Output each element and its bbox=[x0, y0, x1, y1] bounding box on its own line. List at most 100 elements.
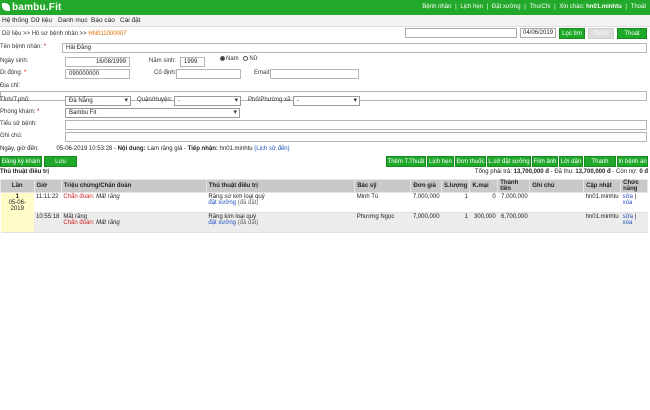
email-label: Email: bbox=[254, 70, 271, 76]
payment-button[interactable]: Thanh toán bbox=[584, 156, 616, 176]
lab-order-history-button[interactable]: L.sử đặt xưởng bbox=[487, 156, 531, 167]
toplink-lab-orders[interactable]: Đặt xưởng bbox=[492, 4, 521, 10]
note-field[interactable] bbox=[65, 132, 647, 142]
owed-amount: 0 đ bbox=[639, 169, 648, 175]
save-button[interactable]: Lưu bbox=[44, 156, 77, 167]
row-time: 11:11:22 bbox=[34, 192, 62, 213]
row-functions: sửa | xóa bbox=[620, 212, 648, 233]
patient-name-field[interactable]: Hải Đăng bbox=[62, 43, 647, 53]
delete-link[interactable]: xóa bbox=[623, 220, 633, 226]
district-label: Quận/Huyện: bbox=[137, 97, 173, 103]
mobile-field[interactable]: 090000000 bbox=[65, 69, 130, 79]
crumb-sep: >> bbox=[78, 31, 89, 37]
payment-summary: Tổng phải trả: 13,700,000 đ - Đã thu: 13… bbox=[475, 169, 648, 175]
print-record-button[interactable]: In bệnh án bbox=[617, 156, 648, 167]
lab-order-link[interactable]: đặt xưởng bbox=[208, 220, 236, 226]
row-procedure: Răng sứ kim loại quý đặt xưởng (đã đặt) bbox=[206, 192, 355, 213]
logout-link[interactable]: Thoát bbox=[631, 4, 646, 10]
app-logo[interactable]: bambu.Fit bbox=[2, 2, 62, 13]
history-field[interactable] bbox=[65, 120, 647, 130]
col-price: Đơn giá bbox=[410, 179, 443, 193]
diagnosis-value: Mất răng bbox=[96, 194, 120, 200]
ward-select[interactable]: - bbox=[293, 96, 360, 106]
menu-settings[interactable]: Cài đặt bbox=[120, 17, 141, 24]
delete-link[interactable]: xóa bbox=[623, 200, 633, 206]
leaf-icon bbox=[2, 3, 10, 11]
prescription-button[interactable]: Đơn thuốc bbox=[455, 156, 486, 167]
row-quantity: 1 bbox=[441, 192, 470, 213]
row-note bbox=[529, 192, 584, 213]
visit-date-cell: 1 05-06-2019 bbox=[0, 192, 35, 233]
receiver-label: Tiếp nhận: bbox=[187, 146, 218, 152]
col-time: Giờ bbox=[33, 179, 62, 193]
visit-date: 05-06-2019 bbox=[8, 200, 26, 212]
date-filter-input[interactable]: 04/06/2019 bbox=[520, 28, 556, 38]
district-select[interactable]: - bbox=[174, 96, 241, 106]
row-diagnosis: Mất răng Chẩn đoán: Mất răng bbox=[61, 212, 207, 233]
menu-bar: Hệ thống Dữ liệu Danh mục Báo cáo Cài đặ… bbox=[0, 15, 650, 27]
menu-catalog[interactable]: Danh mục bbox=[58, 17, 88, 24]
row-diagnosis: Chẩn đoán: Mất răng bbox=[61, 192, 207, 213]
room-label: Phòng khám: * bbox=[0, 109, 40, 115]
crumb-patient-records[interactable]: Hồ sơ bệnh nhân bbox=[32, 31, 78, 37]
treatment-table: Lần Giờ Triệu chứng/Chẩn đoán Thủ thuật … bbox=[0, 179, 648, 233]
room-select[interactable]: Bambu Fit bbox=[65, 108, 240, 118]
yob-label: Năm sinh: bbox=[149, 58, 177, 64]
row-doctor: Phương Ngọc bbox=[354, 212, 411, 233]
toplink-appointments[interactable]: Lịch hẹn bbox=[460, 4, 483, 10]
row-note bbox=[529, 212, 584, 233]
toplink-patients[interactable]: Bệnh nhân bbox=[422, 4, 451, 10]
note-label: Ghi chú: bbox=[0, 133, 23, 139]
radio-male[interactable] bbox=[220, 56, 225, 61]
total-due: 13,700,000 đ bbox=[513, 169, 549, 175]
row-updated: hn01.minhtu bbox=[583, 192, 621, 213]
add-procedure-button[interactable]: Thêm T.Thuật bbox=[386, 156, 426, 167]
gender-group: Nam Nữ bbox=[220, 56, 258, 62]
province-select[interactable]: Đà Nẵng bbox=[65, 96, 131, 106]
row-price: 7,000,000 bbox=[410, 192, 442, 213]
visit-receiver: hn01.minhtu bbox=[219, 146, 253, 152]
col-procedure: Thủ thuật điều trị bbox=[205, 179, 356, 193]
lab-order-link[interactable]: đặt xưởng bbox=[208, 200, 236, 206]
row-functions: sửa | xóa bbox=[620, 192, 648, 213]
greeting-prefix: Xin chào: bbox=[559, 4, 587, 10]
register-visit-button[interactable]: Đăng ký khám bbox=[0, 156, 42, 167]
dob-field[interactable]: 16/08/1999 bbox=[65, 57, 130, 67]
name-label: Tên bệnh nhân: * bbox=[0, 44, 47, 50]
yob-field[interactable]: 1999 bbox=[180, 57, 205, 67]
col-functions: Chức năng bbox=[620, 179, 648, 193]
content-label: Nội dung: bbox=[117, 146, 146, 152]
col-total: Thành tiền bbox=[497, 179, 531, 193]
mobile-label: Di động: * bbox=[0, 70, 27, 76]
col-visit-number: Lần bbox=[0, 179, 35, 193]
menu-data[interactable]: Dữ liệu bbox=[31, 17, 52, 24]
email-field[interactable] bbox=[270, 69, 359, 79]
menu-system[interactable]: Hệ thống bbox=[2, 17, 28, 24]
toplink-finance[interactable]: Thu/Chi bbox=[529, 4, 550, 10]
add-button[interactable]: Thêm bbox=[588, 28, 614, 39]
row-quantity: 1 bbox=[441, 212, 470, 233]
owed-label: - Còn nợ: bbox=[610, 169, 640, 175]
radio-female[interactable] bbox=[243, 56, 249, 61]
visit-date-label: Ngày, giờ đến: bbox=[0, 146, 39, 152]
col-note: Ghi chú bbox=[529, 179, 585, 193]
col-discount: K.mại bbox=[469, 179, 499, 193]
menu-reports[interactable]: Báo cáo bbox=[91, 17, 115, 24]
top-bar: bambu.Fit Bệnh nhân | Lịch hẹn | Đặt xưở… bbox=[0, 0, 650, 15]
filter-button[interactable]: Lọc tìm bbox=[559, 28, 585, 39]
advice-button[interactable]: Lời dặn bbox=[559, 156, 583, 167]
lab-order-status: (đã đặt) bbox=[237, 220, 259, 226]
landline-label: Cố định: bbox=[154, 70, 177, 76]
appointment-button[interactable]: Lịch hẹn bbox=[427, 156, 454, 167]
male-label: Nam bbox=[226, 56, 239, 62]
logo-text: bambu.Fit bbox=[12, 2, 62, 13]
row-updated: hn01.minhtu bbox=[583, 212, 621, 233]
landline-field[interactable] bbox=[176, 69, 241, 79]
crumb-data[interactable]: Dữ liệu bbox=[2, 31, 21, 37]
exit-button[interactable]: Thoát bbox=[617, 28, 647, 39]
film-button[interactable]: Film ảnh bbox=[532, 156, 558, 167]
visit-history-link[interactable]: (Lịch sử đến) bbox=[254, 146, 289, 152]
province-label: Tỉnh/T.phố: bbox=[0, 97, 30, 103]
breadcrumb: Dữ liệu >> Hồ sơ bệnh nhân >> HN01100000… bbox=[2, 31, 127, 37]
search-input[interactable] bbox=[405, 28, 517, 38]
